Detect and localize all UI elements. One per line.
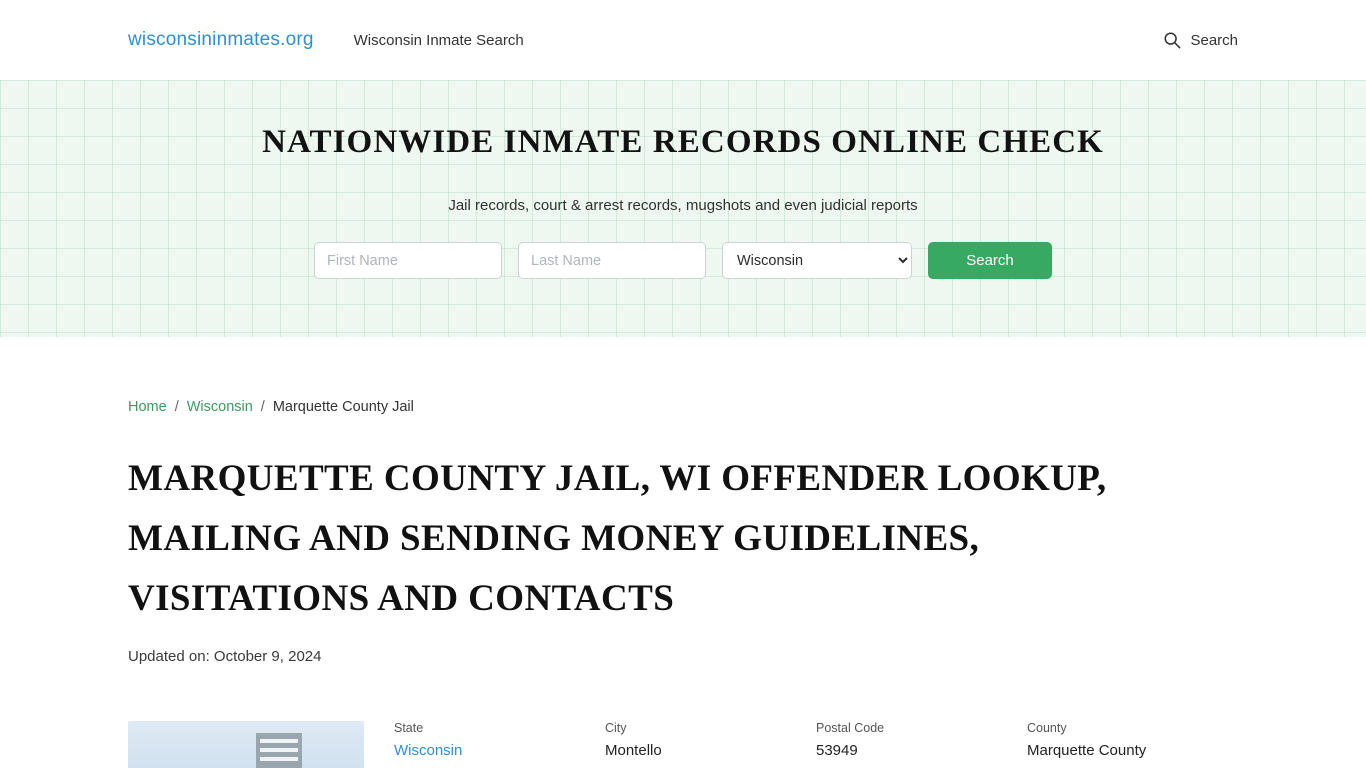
breadcrumb-separator-1: / <box>174 399 179 415</box>
field-label: Postal Code <box>816 721 885 735</box>
breadcrumb-home[interactable]: Home <box>128 399 167 415</box>
search-icon <box>1163 31 1181 49</box>
facility-field-city: City Montello <box>605 721 816 759</box>
breadcrumb-current: Marquette County Jail <box>272 399 414 415</box>
facility-photo <box>128 721 364 768</box>
state-select[interactable]: Wisconsin <box>722 242 912 279</box>
last-updated-text: Updated on: October 9, 2024 <box>128 648 322 665</box>
nav-item-wisconsin-inmate-search[interactable]: Wisconsin Inmate Search <box>354 32 524 49</box>
hero-subheading: Jail records, court & arrest records, mu… <box>448 197 918 214</box>
facility-field-county: County Marquette County <box>1027 721 1238 759</box>
field-label: State <box>394 721 424 735</box>
field-value: Wisconsin <box>394 742 605 759</box>
top-navigation-bar: wisconsininmates.org Wisconsin Inmate Se… <box>0 0 1366 80</box>
last-name-input[interactable] <box>518 242 706 279</box>
field-label: County <box>1027 721 1067 735</box>
nav-search-label: Search <box>1190 31 1238 49</box>
nav-search-button[interactable]: Search <box>1163 31 1238 49</box>
facility-detail-fields: State Wisconsin City Montello Postal Cod… <box>394 721 1238 759</box>
page-title: MARQUETTE COUNTY JAIL, WI OFFENDER LOOKU… <box>128 458 1107 619</box>
inmate-search-form: Wisconsin Search <box>314 242 1052 279</box>
main-content: Home / Wisconsin / Marquette County Jail… <box>0 399 1366 768</box>
field-value: 53949 <box>816 742 858 759</box>
building-graphic <box>256 733 302 768</box>
facility-field-postal-code: Postal Code 53949 <box>816 721 1027 759</box>
breadcrumb-separator-2: / <box>260 399 265 415</box>
facility-info-section: State Wisconsin City Montello Postal Cod… <box>128 721 1238 768</box>
field-label: City <box>605 721 627 735</box>
hero-section: NATIONWIDE INMATE RECORDS ONLINE CHECK J… <box>0 80 1366 337</box>
field-value: Montello <box>605 742 662 759</box>
breadcrumb: Home / Wisconsin / Marquette County Jail <box>128 399 1238 415</box>
first-name-input[interactable] <box>314 242 502 279</box>
field-value: Marquette County <box>1027 742 1147 759</box>
search-submit-button[interactable]: Search <box>928 242 1052 279</box>
breadcrumb-wisconsin[interactable]: Wisconsin <box>187 399 253 415</box>
state-link[interactable]: Wisconsin <box>394 742 462 759</box>
site-logo-link[interactable]: wisconsininmates.org <box>128 29 314 51</box>
facility-field-state: State Wisconsin <box>394 721 605 759</box>
hero-heading: NATIONWIDE INMATE RECORDS ONLINE CHECK <box>262 124 1104 160</box>
